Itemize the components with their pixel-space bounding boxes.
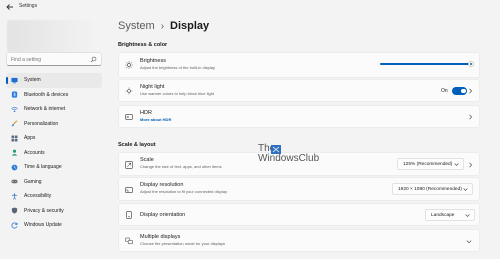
resolution-card: Display resolution Adjust the resolution… bbox=[118, 177, 480, 201]
sidebar-item-label: System bbox=[24, 77, 41, 84]
sidebar-nav: System Bluetooth & devices Network & int… bbox=[6, 73, 102, 233]
personalization-icon bbox=[11, 120, 18, 127]
breadcrumb-parent[interactable]: System bbox=[118, 20, 155, 32]
night-light-toggle[interactable] bbox=[452, 87, 467, 95]
brightness-slider-thumb[interactable] bbox=[468, 60, 475, 67]
sidebar-item-personalization[interactable]: Personalization bbox=[6, 117, 102, 132]
multiple-displays-title: Multiple displays bbox=[140, 234, 181, 240]
multiple-displays-card[interactable]: Multiple displays Choose the presentatio… bbox=[118, 229, 480, 252]
user-profile[interactable] bbox=[7, 20, 93, 52]
network-icon bbox=[11, 106, 18, 112]
hdr-card[interactable]: HDR More about HDR bbox=[118, 105, 480, 128]
accessibility-icon bbox=[11, 193, 18, 200]
sidebar: System Bluetooth & devices Network & int… bbox=[0, 16, 110, 259]
brightness-title: Brightness bbox=[140, 58, 166, 64]
sidebar-item-label: Time & language bbox=[24, 164, 62, 171]
hdr-link[interactable]: More about HDR bbox=[140, 117, 171, 122]
search-input[interactable] bbox=[11, 55, 89, 64]
sidebar-item-gaming[interactable]: Gaming bbox=[6, 175, 102, 190]
chevron-right-icon[interactable] bbox=[468, 88, 473, 94]
back-arrow-icon[interactable] bbox=[5, 2, 15, 12]
sidebar-item-windows-update[interactable]: Windows Update bbox=[6, 218, 102, 233]
accounts-icon bbox=[11, 149, 18, 156]
shield-icon bbox=[11, 207, 18, 214]
hdr-title: HDR bbox=[140, 110, 152, 116]
night-light-title: Night light bbox=[140, 84, 165, 90]
breadcrumb-separator: › bbox=[160, 20, 165, 32]
sidebar-item-accessibility[interactable]: Accessibility bbox=[6, 189, 102, 204]
sidebar-item-network-internet[interactable]: Network & internet bbox=[6, 102, 102, 117]
scale-icon bbox=[125, 161, 133, 169]
orientation-icon bbox=[126, 211, 132, 219]
sidebar-item-label: Apps bbox=[24, 135, 36, 142]
scale-dropdown-value: 125% (Recommended) bbox=[403, 161, 453, 167]
orientation-dropdown[interactable]: Landscape bbox=[425, 209, 475, 221]
gaming-icon bbox=[11, 180, 18, 184]
sidebar-item-system[interactable]: System bbox=[6, 73, 102, 88]
brightness-slider-track[interactable] bbox=[380, 63, 472, 65]
night-light-state: On bbox=[441, 88, 448, 94]
scale-title: Scale bbox=[140, 157, 154, 163]
windows-update-icon bbox=[11, 222, 18, 229]
orientation-card: Display orientation Landscape bbox=[118, 203, 480, 226]
night-light-card[interactable]: Night light Use warmer colors to help bl… bbox=[118, 79, 480, 102]
time-language-icon bbox=[11, 164, 18, 171]
resolution-subtitle: Adjust the resolution to fit your connec… bbox=[140, 189, 227, 194]
page-title: Display bbox=[170, 20, 210, 32]
watermark: The WindowsClub bbox=[258, 143, 320, 173]
section-header-brightness-color: Brightness & color bbox=[118, 42, 168, 48]
chevron-right-icon[interactable] bbox=[468, 114, 473, 120]
sidebar-item-label: Bluetooth & devices bbox=[24, 91, 69, 98]
section-header-scale-layout: Scale & layout bbox=[118, 142, 156, 148]
resolution-dropdown-value: 1920 × 1080 (Recommended) bbox=[398, 186, 462, 192]
scale-subtitle: Change the size of text, apps, and other… bbox=[140, 164, 222, 169]
multiple-displays-icon bbox=[125, 237, 133, 245]
chevron-right-icon[interactable] bbox=[468, 162, 473, 168]
scale-dropdown[interactable]: 125% (Recommended) bbox=[397, 158, 464, 170]
system-icon bbox=[11, 77, 18, 84]
title-bar: Settings bbox=[0, 0, 500, 16]
night-light-icon bbox=[125, 87, 133, 95]
resolution-icon bbox=[125, 187, 133, 193]
apps-icon bbox=[11, 135, 18, 142]
orientation-title: Display orientation bbox=[140, 212, 186, 218]
resolution-dropdown[interactable]: 1920 × 1080 (Recommended) bbox=[392, 183, 473, 195]
sidebar-item-bluetooth-devices[interactable]: Bluetooth & devices bbox=[6, 88, 102, 103]
sidebar-item-apps[interactable]: Apps bbox=[6, 131, 102, 146]
chevron-down-icon bbox=[454, 163, 459, 166]
app-title: Settings bbox=[19, 3, 38, 9]
night-light-subtitle: Use warmer colors to help block blue lig… bbox=[140, 91, 215, 96]
brightness-card: Brightness Adjust the brightness of the … bbox=[118, 52, 480, 78]
sidebar-item-label: Windows Update bbox=[24, 222, 62, 229]
sidebar-item-label: Privacy & security bbox=[24, 207, 64, 214]
sidebar-item-label: Accessibility bbox=[24, 193, 52, 200]
search-box[interactable] bbox=[6, 52, 102, 66]
search-icon[interactable] bbox=[90, 56, 97, 63]
sidebar-item-time-language[interactable]: Time & language bbox=[6, 160, 102, 175]
chevron-down-icon bbox=[465, 214, 470, 217]
brightness-icon bbox=[125, 61, 133, 69]
hdr-icon bbox=[125, 114, 133, 120]
breadcrumb: System › Display bbox=[118, 20, 209, 32]
orientation-dropdown-value: Landscape bbox=[431, 212, 455, 218]
watermark-line2: WindowsClub bbox=[258, 153, 320, 164]
bluetooth-icon bbox=[11, 91, 18, 98]
multiple-displays-subtitle: Choose the presentation mode for your di… bbox=[140, 241, 225, 246]
sidebar-item-label: Network & internet bbox=[24, 106, 66, 113]
sidebar-item-label: Gaming bbox=[24, 178, 42, 185]
sidebar-item-privacy-security[interactable]: Privacy & security bbox=[6, 204, 102, 219]
resolution-title: Display resolution bbox=[140, 182, 184, 188]
brightness-subtitle: Adjust the brightness of the built-in di… bbox=[140, 65, 215, 70]
sidebar-item-label: Accounts bbox=[24, 149, 45, 156]
chevron-down-icon bbox=[463, 188, 468, 191]
sidebar-item-label: Personalization bbox=[24, 120, 59, 127]
sidebar-item-accounts[interactable]: Accounts bbox=[6, 146, 102, 161]
chevron-down-icon[interactable] bbox=[466, 240, 472, 244]
